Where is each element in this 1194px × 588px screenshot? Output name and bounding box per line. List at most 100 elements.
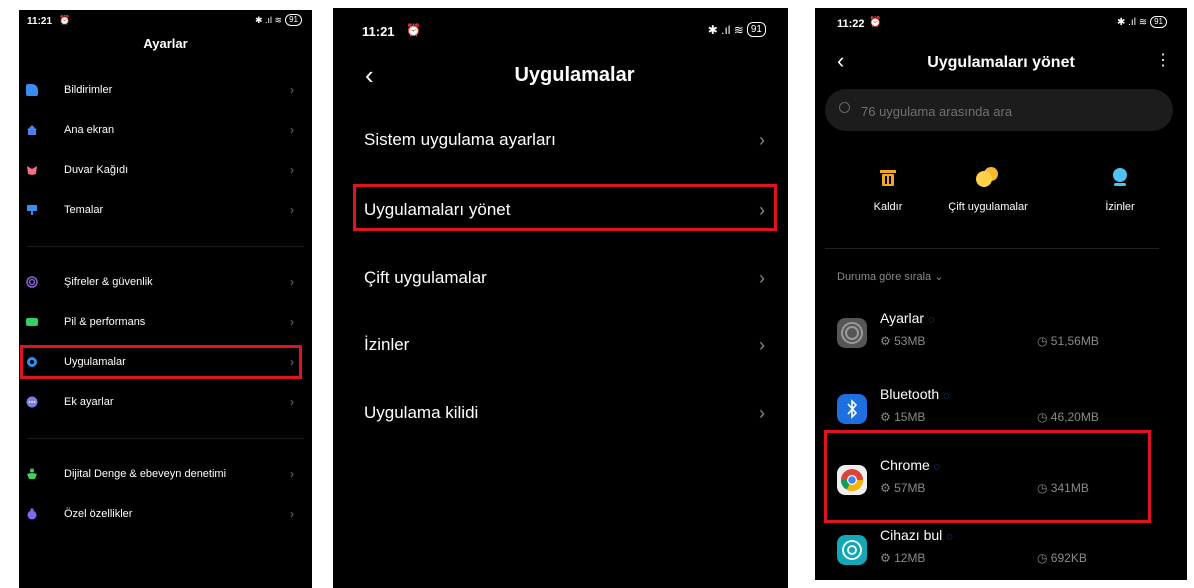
- settings-item-battery-performance[interactable]: Pil & performans ›: [19, 305, 312, 339]
- menu-item-label: İzinler: [364, 335, 410, 354]
- section-divider: [825, 248, 1159, 249]
- signal-icon: ✱ .ıl ≋: [255, 14, 283, 25]
- chevron-right-icon: ›: [290, 395, 294, 409]
- app-name: Ayarlar ◌: [880, 310, 935, 326]
- search-icon: [839, 102, 850, 113]
- home-icon: [27, 125, 37, 135]
- signal-icon: ✱ .ıl ≋: [1117, 16, 1148, 28]
- chevron-right-icon: ›: [290, 123, 294, 137]
- permissions-button[interactable]: İzinler: [1075, 166, 1165, 213]
- settings-item-home-screen[interactable]: Ana ekran ›: [19, 113, 312, 147]
- password-icon: [26, 276, 38, 288]
- menu-item-label: Sistem uygulama ayarları: [364, 130, 556, 149]
- app-row-find-device[interactable]: Cihazı bul ◌ ⚙ 12MB ◷ 692KB: [815, 521, 1187, 580]
- search-bar[interactable]: [825, 89, 1173, 133]
- app-size: ⚙ 12MB: [880, 551, 926, 565]
- action-label: Çift uygulamalar: [948, 201, 1028, 213]
- settings-item-label: Şifreler & güvenlik: [64, 276, 153, 288]
- action-label: Kaldır: [873, 201, 903, 213]
- chevron-right-icon: ›: [290, 507, 294, 521]
- uninstall-button[interactable]: Kaldır: [843, 166, 933, 213]
- settings-item-additional[interactable]: Ek ayarlar ›: [19, 385, 312, 419]
- dual-apps-icon: [976, 167, 998, 187]
- settings-item-label: Ana ekran: [64, 124, 115, 136]
- search-input[interactable]: [859, 89, 1163, 133]
- status-time: 11:22: [837, 18, 865, 30]
- menu-item-label: Uygulama kilidi: [364, 403, 479, 422]
- menu-item-dual-apps[interactable]: Çift uygulamalar ›: [333, 258, 788, 298]
- app-name-text: Bluetooth: [880, 386, 940, 402]
- status-bar: 11:21 ⏰ ✱ .ıl ≋ 91: [19, 10, 312, 36]
- settings-item-label: Özel özellikler: [64, 508, 133, 520]
- wellbeing-icon: [27, 468, 37, 479]
- highlight-box: [20, 345, 302, 379]
- alarm-icon: ⏰: [869, 17, 882, 28]
- chevron-right-icon: ›: [290, 315, 294, 329]
- app-name-text: Ayarlar: [880, 310, 925, 326]
- app-name: Bluetooth ◌: [880, 386, 950, 402]
- chevron-right-icon: ›: [759, 402, 765, 423]
- alarm-icon: ⏰: [59, 15, 71, 25]
- app-name-text: Cihazı bul: [880, 527, 943, 543]
- settings-item-passwords-security[interactable]: Şifreler & güvenlik ›: [19, 265, 312, 299]
- find-device-app-icon: [837, 535, 867, 565]
- theme-icon: [27, 205, 37, 215]
- notification-icon: [26, 84, 38, 96]
- menu-item-label: Çift uygulamalar: [364, 268, 487, 287]
- page-title: Uygulamalar: [514, 64, 635, 86]
- settings-item-special-features[interactable]: Özel özellikler ›: [19, 497, 312, 531]
- menu-item-system-app-settings[interactable]: Sistem uygulama ayarları ›: [333, 120, 788, 160]
- settings-item-label: Dijital Denge & ebeveyn denetimi: [64, 468, 227, 480]
- settings-app-icon: [837, 318, 867, 348]
- action-label: İzinler: [1105, 201, 1135, 213]
- menu-item-permissions[interactable]: İzinler ›: [333, 325, 788, 365]
- special-features-icon: [27, 508, 37, 520]
- app-data-size: ◷ 51,56MB: [1037, 334, 1099, 348]
- sort-dropdown[interactable]: Duruma göre sırala ⌄: [837, 270, 943, 283]
- section-divider: [27, 438, 304, 439]
- status-time: 11:21: [27, 16, 53, 27]
- more-icon: [26, 396, 38, 408]
- settings-item-label: Duvar Kağıdı: [64, 164, 129, 176]
- loading-icon: ◌: [928, 314, 935, 326]
- status-bar: 11:21 ⏰ ✱ .ıl ≋ 91: [333, 8, 788, 39]
- dual-apps-button[interactable]: Çift uygulamalar: [943, 166, 1033, 213]
- settings-item-themes[interactable]: Temalar ›: [19, 193, 312, 227]
- app-data-size: ◷ 692KB: [1037, 551, 1087, 565]
- menu-item-app-lock[interactable]: Uygulama kilidi ›: [333, 393, 788, 433]
- chevron-right-icon: ›: [290, 163, 294, 177]
- signal-icon: ✱ .ıl ≋: [707, 22, 744, 37]
- alarm-icon: ⏰: [406, 23, 421, 37]
- settings-item-label: Bildirimler: [64, 84, 113, 96]
- page-title: Ayarlar: [143, 36, 188, 51]
- settings-item-notifications[interactable]: Bildirimler ›: [19, 73, 312, 107]
- more-options-icon[interactable]: ⋮: [1155, 50, 1171, 70]
- status-time: 11:21: [362, 24, 395, 39]
- permissions-icon: [1113, 168, 1127, 186]
- highlight-box: [824, 430, 1151, 523]
- settings-item-digital-wellbeing[interactable]: Dijital Denge & ebeveyn denetimi ›: [19, 457, 312, 491]
- chevron-right-icon: ›: [290, 83, 294, 97]
- chevron-right-icon: ›: [759, 129, 765, 150]
- status-bar: 11:22 ⏰ ✱ .ıl ≋ 91: [815, 8, 1187, 34]
- settings-screen: 11:21 ⏰ ✱ .ıl ≋ 91 Ayarlar Bildirimler ›…: [19, 10, 312, 588]
- app-data-size: ◷ 46,20MB: [1037, 410, 1099, 424]
- loading-icon: ◌: [943, 390, 950, 402]
- highlight-box: [353, 184, 777, 231]
- apps-screen: 11:21 ⏰ ✱ .ıl ≋ 91 ‹ Uygulamalar Sistem …: [333, 8, 788, 588]
- chevron-right-icon: ›: [759, 267, 765, 288]
- wallpaper-icon: [27, 166, 37, 175]
- app-name: Cihazı bul ◌: [880, 527, 953, 543]
- battery-indicator: 91: [1150, 16, 1167, 28]
- chevron-right-icon: ›: [759, 334, 765, 355]
- settings-item-label: Ek ayarlar: [64, 396, 114, 408]
- app-size: ⚙ 53MB: [880, 334, 926, 348]
- settings-item-wallpaper[interactable]: Duvar Kağıdı ›: [19, 153, 312, 187]
- chevron-right-icon: ›: [290, 203, 294, 217]
- app-size: ⚙ 15MB: [880, 410, 926, 424]
- chevron-right-icon: ›: [290, 467, 294, 481]
- manage-apps-screen: 11:22 ⏰ ✱ .ıl ≋ 91 ‹ Uygulamaları yönet …: [815, 8, 1187, 580]
- loading-icon: ◌: [946, 531, 953, 543]
- app-row-settings[interactable]: Ayarlar ◌ ⚙ 53MB ◷ 51,56MB: [815, 304, 1187, 368]
- settings-item-label: Temalar: [64, 204, 104, 216]
